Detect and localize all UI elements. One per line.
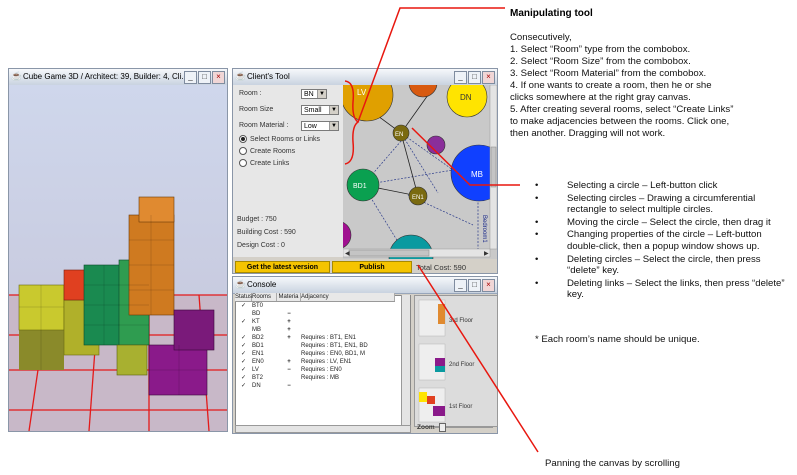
callout-to-panning: [417, 264, 539, 453]
callout-lines: [344, 7, 539, 453]
callout-to-tool: [357, 7, 505, 123]
callout-to-bullets: [411, 127, 520, 186]
controls-brace: [344, 80, 360, 165]
